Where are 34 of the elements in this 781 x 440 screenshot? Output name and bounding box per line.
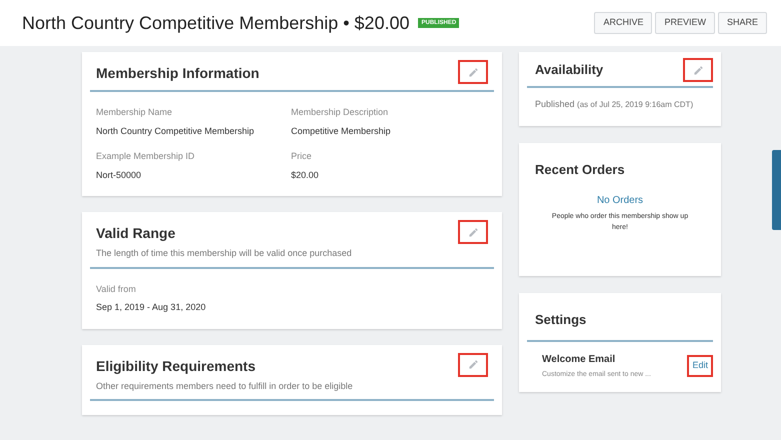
pencil-icon (468, 66, 478, 78)
empty-title: No Orders (596, 194, 644, 208)
field-value: North Country Competitive Membership (96, 124, 256, 138)
pencil-icon (468, 359, 478, 370)
field-value: Sep 1, 2019 - Aug 31, 2020 (96, 301, 207, 314)
field-label: Example Membership ID (96, 150, 196, 163)
card-title: Membership Information (96, 64, 260, 83)
availability-status: Published (as of Jul 25, 2019 9:16am CDT) (534, 98, 694, 111)
card-title: Eligibility Requirements (96, 356, 256, 376)
field-value: $20.00 (291, 168, 320, 182)
field-label: Membership Name (96, 106, 174, 119)
field-label: Valid from (96, 282, 137, 296)
edit-button[interactable] (683, 58, 713, 82)
setting-name: Welcome Email (542, 352, 616, 366)
card-subtitle: Other requirements members need to fulfill in order to be eligible (96, 380, 353, 393)
field-value: Competitive Membership (291, 124, 392, 138)
header-button[interactable]: SHARE (718, 12, 767, 34)
card-title: Valid Range (96, 224, 176, 243)
edit-button[interactable] (458, 220, 488, 244)
header-button[interactable]: ARCHIVE (594, 12, 652, 34)
field-label: Membership Description (291, 106, 390, 119)
card-title: Recent Orders (535, 160, 625, 178)
header-button[interactable]: PREVIEW (655, 12, 715, 34)
edit-button[interactable] (458, 60, 488, 84)
pencil-icon (468, 226, 478, 238)
pencil-icon (692, 64, 704, 76)
edit-link[interactable]: Edit (687, 355, 713, 376)
field-value: Nort-50000 (96, 168, 142, 182)
card-title: Settings (535, 312, 586, 326)
field-label: Price (291, 150, 313, 163)
page-title: North Country Competitive Membership • $20.00 (22, 12, 410, 35)
edit-button[interactable] (458, 352, 488, 376)
card-title: Availability (535, 61, 604, 80)
card-subtitle: The length of time this membership will be valid once purchased (96, 247, 352, 260)
